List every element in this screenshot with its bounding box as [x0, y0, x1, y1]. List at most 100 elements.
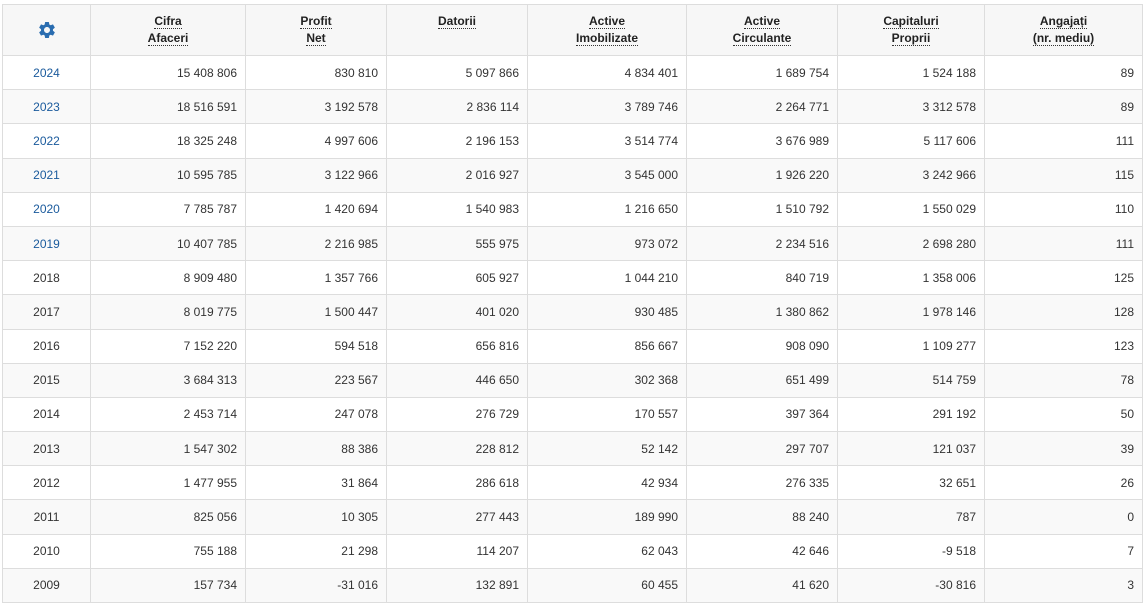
year-label: 2014: [33, 407, 60, 422]
profit-net-cell: 21 298: [245, 533, 387, 569]
year-label: 2017: [33, 304, 60, 319]
angajati-cell: 128: [984, 294, 1143, 330]
datorii-cell: 277 443: [386, 499, 528, 535]
header-row: Cifra Afaceri Profit Net Datorii Active …: [2, 4, 1143, 56]
datorii-cell: 555 975: [386, 225, 528, 262]
table-row: 2009 157 734 -31 016 132 891 60 455 41 620 -30…: [2, 567, 1143, 604]
table-row: 2020 7 785 787 1 420 694 1 540 983 1 216 650…: [2, 191, 1143, 227]
year-link[interactable]: 2023: [33, 100, 60, 114]
year-cell[interactable]: 2024: [2, 54, 91, 91]
capitaluri-proprii-cell: 3 242 966: [837, 157, 985, 193]
year-cell: 2013: [2, 431, 91, 467]
col-header-datorii[interactable]: Datorii: [386, 4, 528, 56]
profit-net-cell: -31 016: [245, 567, 387, 604]
datorii-cell: 2 836 114: [386, 89, 528, 125]
profit-net-cell: 1 420 694: [245, 191, 387, 227]
year-link[interactable]: 2022: [33, 134, 60, 148]
col-header-cifra-afaceri[interactable]: Cifra Afaceri: [90, 4, 246, 56]
col-header-angajati[interactable]: Angajați (nr. mediu): [984, 4, 1143, 56]
active-imobilizate-cell: 42 934: [527, 465, 687, 501]
cifra-afaceri-cell: 15 408 806: [90, 54, 246, 91]
col-header-active-circulante[interactable]: Active Circulante: [686, 4, 838, 56]
cifra-afaceri-cell: 7 785 787: [90, 191, 246, 227]
year-label: 2018: [33, 270, 60, 285]
year-cell[interactable]: 2020: [2, 191, 91, 227]
active-circulante-cell: 297 707: [686, 431, 838, 467]
angajati-cell: 123: [984, 328, 1143, 364]
active-imobilizate-cell: 3 789 746: [527, 89, 687, 125]
table-row: 2022 18 325 248 4 997 606 2 196 153 3 514 77…: [2, 123, 1143, 159]
profit-net-cell: 223 567: [245, 362, 387, 398]
profit-net-cell: 31 864: [245, 465, 387, 501]
active-circulante-cell: 41 620: [686, 567, 838, 604]
active-circulante-cell: 840 719: [686, 260, 838, 296]
year-label: 2013: [33, 441, 60, 456]
table-row: 2019 10 407 785 2 216 985 555 975 973 072 2 2…: [2, 225, 1143, 262]
year-cell: 2014: [2, 396, 91, 433]
datorii-cell: 2 196 153: [386, 123, 528, 159]
profit-net-cell: 1 500 447: [245, 294, 387, 330]
profit-net-cell: 4 997 606: [245, 123, 387, 159]
year-cell: 2012: [2, 465, 91, 501]
year-label: 2016: [33, 339, 60, 354]
cifra-afaceri-cell: 8 909 480: [90, 260, 246, 296]
year-label: 2009: [33, 578, 60, 593]
capitaluri-proprii-cell: 787: [837, 499, 985, 535]
angajati-cell: 7: [984, 533, 1143, 569]
angajati-cell: 111: [984, 225, 1143, 262]
datorii-cell: 114 207: [386, 533, 528, 569]
year-link[interactable]: 2024: [33, 66, 60, 80]
datorii-cell: 2 016 927: [386, 157, 528, 193]
datorii-cell: 656 816: [386, 328, 528, 364]
capitaluri-proprii-cell: 291 192: [837, 396, 985, 433]
year-cell[interactable]: 2019: [2, 225, 91, 262]
year-cell: 2018: [2, 260, 91, 296]
year-link[interactable]: 2019: [33, 237, 60, 251]
active-imobilizate-cell: 170 557: [527, 396, 687, 433]
cifra-afaceri-cell: 18 516 591: [90, 89, 246, 125]
active-imobilizate-cell: 3 514 774: [527, 123, 687, 159]
cifra-afaceri-cell: 1 477 955: [90, 465, 246, 501]
angajati-cell: 78: [984, 362, 1143, 398]
year-label: 2010: [33, 544, 60, 559]
active-circulante-cell: 1 380 862: [686, 294, 838, 330]
settings-header-cell[interactable]: [2, 4, 91, 56]
year-cell[interactable]: 2022: [2, 123, 91, 159]
cifra-afaceri-cell: 18 325 248: [90, 123, 246, 159]
cifra-afaceri-cell: 8 019 775: [90, 294, 246, 330]
col-header-capitaluri-proprii[interactable]: Capitaluri Proprii: [837, 4, 985, 56]
year-cell[interactable]: 2023: [2, 89, 91, 125]
table-body: 2024 15 408 806 830 810 5 097 866 4 834 401 1…: [2, 54, 1143, 604]
active-imobilizate-cell: 856 667: [527, 328, 687, 364]
table-row: 2018 8 909 480 1 357 766 605 927 1 044 210 84…: [2, 260, 1143, 296]
cifra-afaceri-cell: 10 407 785: [90, 225, 246, 262]
profit-net-cell: 594 518: [245, 328, 387, 364]
table-row: 2017 8 019 775 1 500 447 401 020 930 485 1 38…: [2, 294, 1143, 330]
year-cell[interactable]: 2021: [2, 157, 91, 193]
profit-net-cell: 830 810: [245, 54, 387, 91]
table-row: 2014 2 453 714 247 078 276 729 170 557 397 36…: [2, 396, 1143, 433]
gear-icon[interactable]: [37, 20, 57, 40]
capitaluri-proprii-cell: 1 109 277: [837, 328, 985, 364]
cifra-afaceri-cell: 3 684 313: [90, 362, 246, 398]
cifra-afaceri-cell: 7 152 220: [90, 328, 246, 364]
active-circulante-cell: 908 090: [686, 328, 838, 364]
financial-table: Cifra Afaceri Profit Net Datorii Active …: [2, 4, 1143, 604]
active-circulante-cell: 276 335: [686, 465, 838, 501]
year-label: 2012: [33, 475, 60, 490]
table-row: 2012 1 477 955 31 864 286 618 42 934 276 335 3…: [2, 465, 1143, 501]
datorii-cell: 605 927: [386, 260, 528, 296]
year-link[interactable]: 2021: [33, 168, 60, 182]
col-header-active-imobilizate[interactable]: Active Imobilizate: [527, 4, 687, 56]
angajati-cell: 110: [984, 191, 1143, 227]
angajati-cell: 89: [984, 89, 1143, 125]
profit-net-cell: 10 305: [245, 499, 387, 535]
active-imobilizate-cell: 4 834 401: [527, 54, 687, 91]
angajati-cell: 0: [984, 499, 1143, 535]
active-circulante-cell: 88 240: [686, 499, 838, 535]
year-link[interactable]: 2020: [33, 202, 60, 216]
active-imobilizate-cell: 62 043: [527, 533, 687, 569]
cifra-afaceri-cell: 825 056: [90, 499, 246, 535]
table-row: 2024 15 408 806 830 810 5 097 866 4 834 401 1…: [2, 54, 1143, 91]
col-header-profit-net[interactable]: Profit Net: [245, 4, 387, 56]
